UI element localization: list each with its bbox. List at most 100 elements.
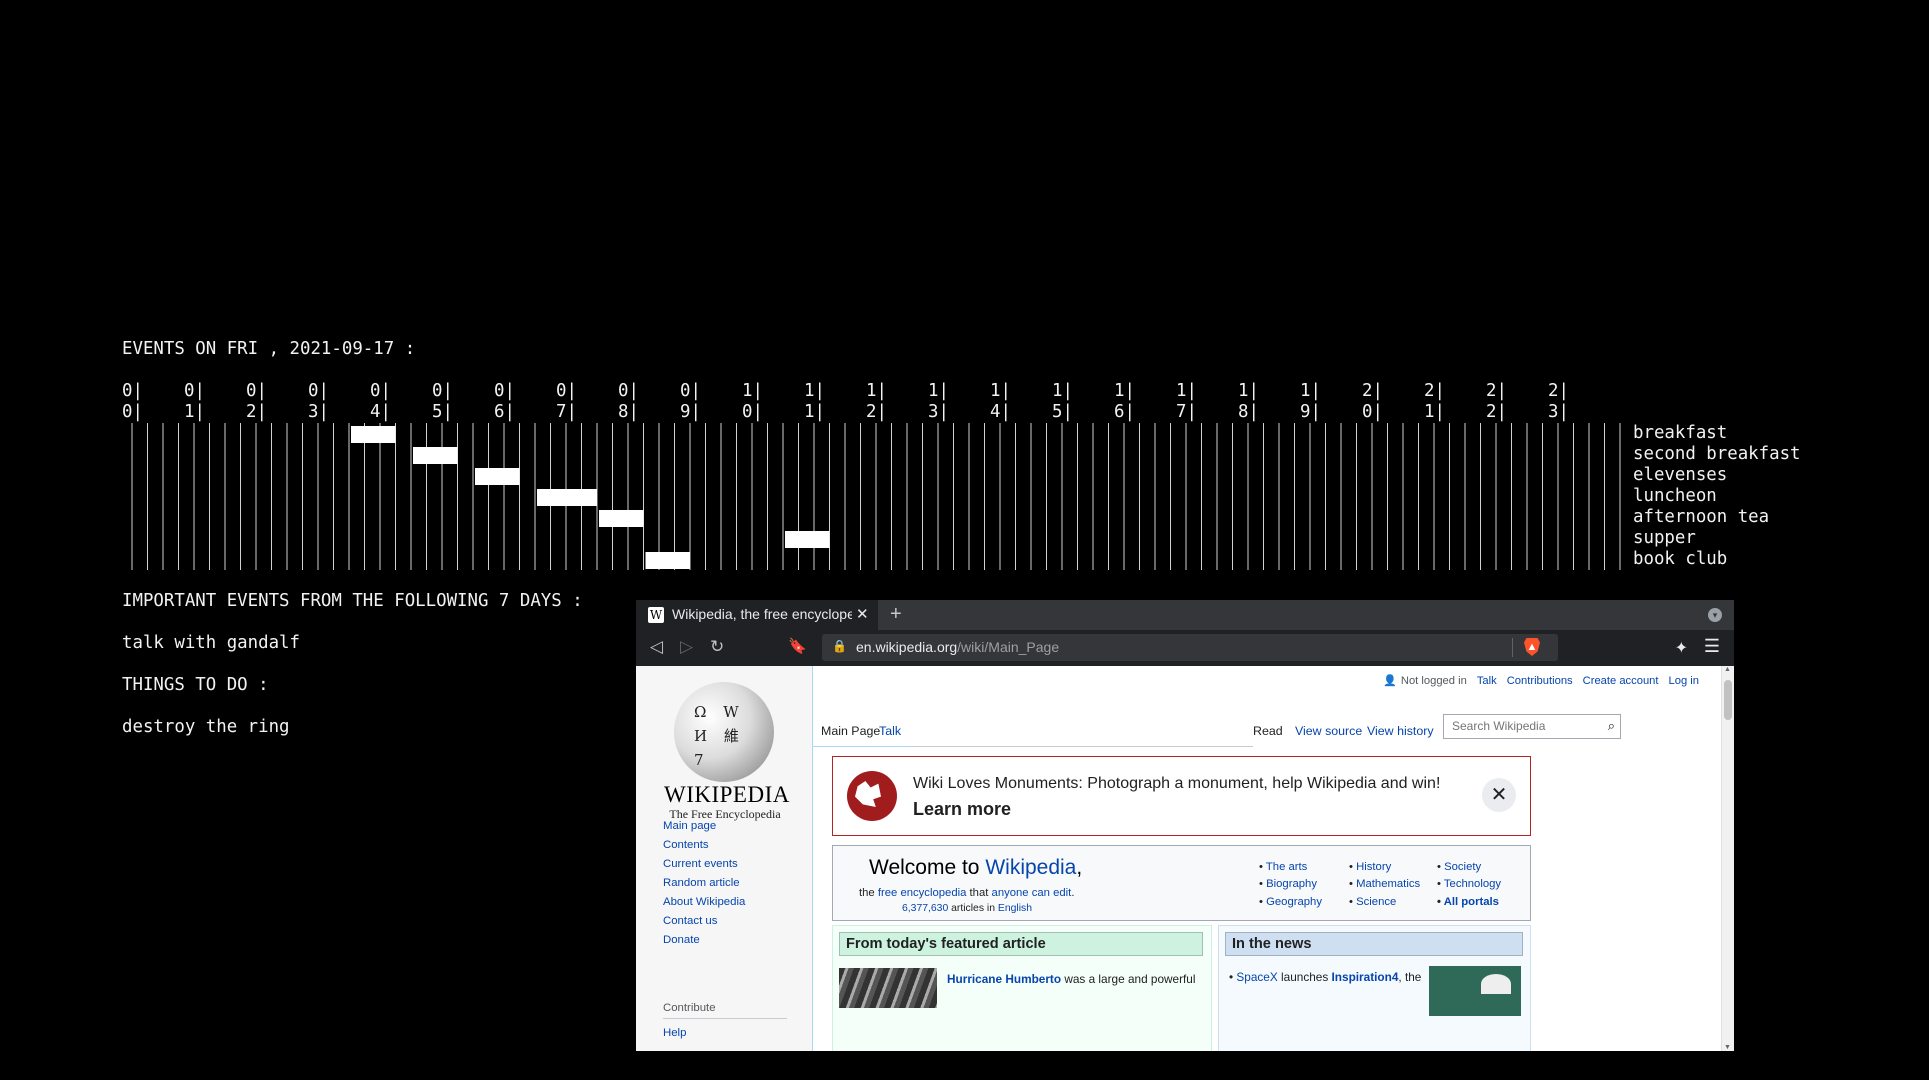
menu-icon[interactable]: ☰ [1704, 636, 1720, 657]
portal-mathematics[interactable]: Mathematics [1349, 878, 1420, 890]
scrollbar[interactable]: ▲ ▼ [1721, 666, 1734, 1051]
banner-text: Wiki Loves Monuments: Photograph a monum… [913, 775, 1441, 792]
lock-icon[interactable]: 🔒 [832, 639, 847, 653]
search-box[interactable]: ⌕ [1443, 714, 1621, 739]
sidebar-heading-contribute: Contribute [663, 1002, 716, 1014]
tab-search-icon[interactable]: ▾ [1708, 608, 1722, 622]
event-block [351, 426, 396, 443]
learn-more-link[interactable]: Learn more [913, 799, 1011, 820]
portal-science[interactable]: Science [1349, 896, 1396, 908]
tab-view-history[interactable]: View history [1367, 721, 1434, 747]
event-block [645, 552, 690, 569]
search-icon[interactable]: ⌕ [1608, 718, 1615, 734]
contributions-link[interactable]: Contributions [1507, 675, 1573, 687]
browser-window: W Wikipedia, the free encyclopedia ✕ + ▾… [636, 600, 1734, 1051]
hour-tick-label: 0| [246, 381, 267, 401]
tab-close-icon[interactable]: ✕ [856, 605, 869, 623]
hour-tick-label: 6| [1114, 402, 1135, 422]
spacex-link[interactable]: SpaceX [1236, 970, 1277, 984]
new-tab-button[interactable]: + [890, 603, 902, 626]
page-viewport: Ω W И 維 7 WIKIPEDIA The Free Encyclopedi… [636, 666, 1734, 1051]
hour-tick-label: 4| [990, 402, 1011, 422]
close-icon[interactable]: ✕ [1482, 778, 1516, 812]
sidebar-item-random-article[interactable]: Random article [663, 877, 740, 889]
sidebar-divider [663, 1018, 787, 1019]
hour-tick-label: 1| [1238, 381, 1259, 401]
featured-article-box: From today's featured article Hurricane … [832, 925, 1212, 1051]
anyone-can-edit-link[interactable]: anyone can edit [992, 887, 1072, 899]
browser-toolbar: ◁ ▷ ↻ 🔖 🔒 en.wikipedia.org/wiki/Main_Pag… [636, 630, 1734, 666]
sidebar-item-donate[interactable]: Donate [663, 934, 700, 946]
hour-tick-label: 1| [1300, 381, 1321, 401]
tab-talk[interactable]: Talk [879, 721, 901, 747]
sidebar-item-current-events[interactable]: Current events [663, 858, 738, 870]
tab-strip: W Wikipedia, the free encyclopedia ✕ + ▾ [636, 600, 1734, 630]
wikipedia-link[interactable]: Wikipedia [985, 856, 1076, 879]
url-text[interactable]: en.wikipedia.org/wiki/Main_Page [856, 639, 1059, 655]
event-block [413, 447, 458, 464]
user-icon: 👤 [1383, 675, 1397, 687]
portal-all-portals[interactable]: All portals [1437, 896, 1499, 908]
in-the-news-heading: In the news [1225, 932, 1523, 956]
personal-tools: 👤 Not logged in Talk Contributions Create ac… [1373, 674, 1699, 687]
back-icon[interactable]: ◁ [650, 637, 663, 657]
featured-article-image[interactable] [839, 968, 937, 1008]
portal-technology[interactable]: Technology [1437, 878, 1501, 890]
sidebar-item-contact[interactable]: Contact us [663, 915, 717, 927]
brave-shield-icon[interactable]: ▲ [1524, 638, 1540, 656]
portal-history[interactable]: History [1349, 861, 1391, 873]
hour-tick-label: 7| [556, 402, 577, 422]
bookmark-icon[interactable]: 🔖 [788, 637, 807, 655]
browser-tab[interactable]: W Wikipedia, the free encyclopedia ✕ [636, 600, 878, 630]
event-label: book club [1633, 549, 1728, 569]
free-encyclopedia-link[interactable]: free encyclopedia [878, 887, 967, 899]
portal-the-arts[interactable]: The arts [1259, 861, 1307, 873]
log-in-link[interactable]: Log in [1669, 675, 1699, 687]
hurricane-humberto-link[interactable]: Hurricane Humberto [947, 972, 1061, 986]
hour-tick-label: 0| [308, 381, 329, 401]
news-image[interactable] [1429, 966, 1521, 1016]
hour-tick-label: 1| [928, 381, 949, 401]
portal-society[interactable]: Society [1437, 861, 1481, 873]
wikipedia-favicon-icon: W [648, 607, 664, 623]
portal-biography[interactable]: Biography [1259, 878, 1317, 890]
sidebar-item-main-page[interactable]: Main page [663, 820, 716, 832]
sidebar-item-help[interactable]: Help [663, 1027, 686, 1039]
search-input[interactable] [1450, 718, 1604, 734]
talk-link[interactable]: Talk [1477, 675, 1497, 687]
hour-tick-label: 2| [866, 402, 887, 422]
hour-tick-label: 0| [122, 402, 143, 422]
wikipedia-wordmark[interactable]: WIKIPEDIA [664, 782, 789, 808]
hour-tick-label: 0| [680, 381, 701, 401]
hour-tick-label: 1| [990, 381, 1011, 401]
address-bar[interactable]: 🔒 en.wikipedia.org/wiki/Main_Page ▲ [822, 634, 1558, 661]
event-label: second breakfast [1633, 444, 1801, 464]
tab-view-source[interactable]: View source [1295, 721, 1362, 747]
sidebar-item-about[interactable]: About Wikipedia [663, 896, 745, 908]
extensions-icon[interactable]: ✦ [1675, 638, 1688, 658]
tab-read[interactable]: Read [1253, 721, 1283, 747]
tab-main-page[interactable]: Main Page [821, 721, 880, 747]
hour-tick-label: 1| [1176, 381, 1197, 401]
hour-tick-label: 0| [742, 402, 763, 422]
sidebar-item-contents[interactable]: Contents [663, 839, 709, 851]
portal-geography[interactable]: Geography [1259, 896, 1322, 908]
hour-tick-label: 0| [184, 381, 205, 401]
hour-tick-label: 9| [680, 402, 701, 422]
english-link[interactable]: English [998, 903, 1032, 914]
news-item: • SpaceX launches Inspiration4, the [1229, 970, 1422, 984]
campaign-banner: Wiki Loves Monuments: Photograph a monum… [832, 756, 1531, 836]
hour-tick-label: 1| [1052, 381, 1073, 401]
hour-tick-label: 0| [618, 381, 639, 401]
tab-title: Wikipedia, the free encyclopedia [672, 606, 852, 622]
forward-icon[interactable]: ▷ [680, 637, 693, 657]
reload-icon[interactable]: ↻ [710, 637, 724, 657]
inspiration4-link[interactable]: Inspiration4 [1332, 970, 1399, 984]
welcome-subtitle: the free encyclopedia that anyone can ed… [859, 887, 1075, 899]
scroll-up-icon[interactable]: ▲ [1724, 666, 1731, 673]
scroll-down-icon[interactable]: ▼ [1724, 1044, 1731, 1051]
scroll-thumb[interactable] [1724, 680, 1732, 720]
article-count-link[interactable]: 6,377,630 [902, 903, 948, 914]
create-account-link[interactable]: Create account [1583, 675, 1659, 687]
event-block [537, 489, 597, 506]
